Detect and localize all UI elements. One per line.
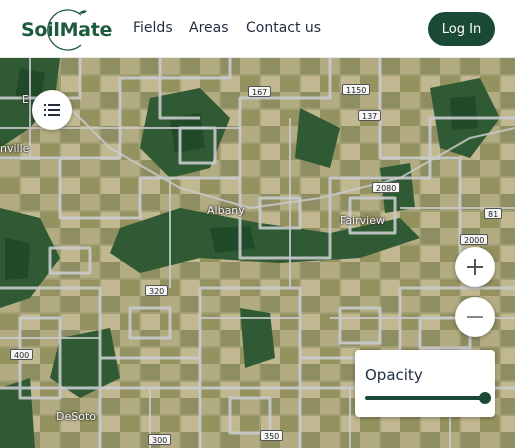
plus-icon	[467, 259, 483, 275]
zoom-in-button[interactable]	[455, 247, 495, 287]
nav-fields-link[interactable]: Fields	[133, 20, 173, 36]
road-shield: 167	[248, 86, 272, 97]
road-shield: 137	[358, 110, 382, 121]
road-shield: 2080	[372, 182, 401, 193]
login-button[interactable]: Log In	[428, 12, 495, 46]
top-navigation-bar: SoilMate Fields Areas Contact us Log In	[0, 0, 515, 58]
place-label-albany: Albany	[207, 204, 245, 217]
soilmate-logo[interactable]: SoilMate	[19, 7, 115, 51]
zoom-out-button[interactable]	[455, 297, 495, 337]
road-shield: 350	[260, 430, 284, 441]
opacity-control-panel: Opacity	[355, 350, 495, 417]
road-shield: 320	[145, 285, 169, 296]
opacity-label: Opacity	[365, 366, 423, 384]
brand-name: SoilMate	[21, 19, 113, 41]
opacity-slider-track[interactable]	[365, 392, 491, 404]
place-label-fairview: Fairview	[340, 214, 385, 227]
nav-contact-link[interactable]: Contact us	[246, 20, 321, 36]
place-label-nville: nville	[0, 142, 30, 155]
road-shield: 300	[148, 434, 172, 445]
minus-icon	[467, 316, 483, 318]
road-shield: 1150	[342, 84, 371, 95]
nav-areas-link[interactable]: Areas	[189, 20, 229, 36]
opacity-slider-thumb[interactable]	[479, 392, 491, 404]
place-label-e: E	[22, 93, 29, 106]
road-shield: 400	[10, 349, 34, 360]
opacity-slider-fill	[365, 396, 485, 400]
place-label-desoto: DeSoto	[56, 410, 96, 423]
layers-list-button[interactable]	[32, 90, 72, 130]
road-shield: 2000	[460, 234, 489, 245]
road-shield: 81	[484, 208, 503, 219]
list-icon	[44, 104, 60, 116]
